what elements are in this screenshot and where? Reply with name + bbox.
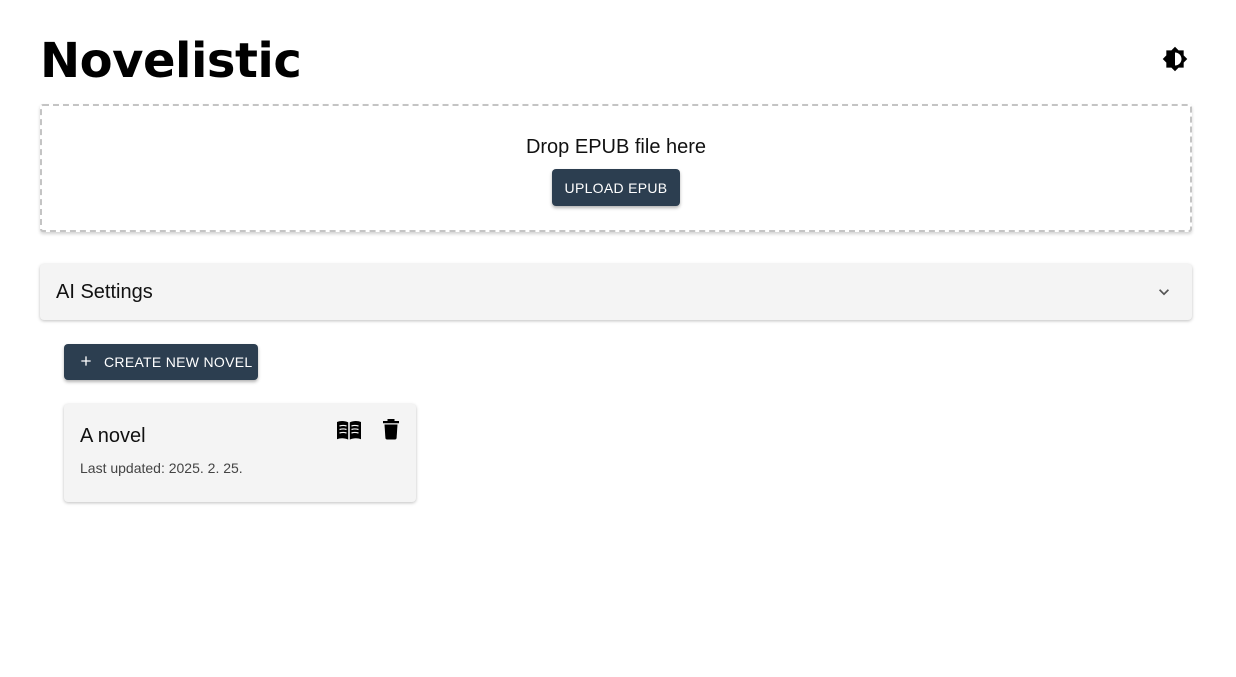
header: Novelistic	[40, 28, 1192, 94]
app-title: Novelistic	[40, 33, 302, 89]
novel-last-updated: Last updated: 2025. 2. 25.	[80, 460, 243, 476]
create-new-novel-label: CREATE NEW NOVEL	[104, 354, 253, 370]
ai-settings-accordion[interactable]: AI Settings	[40, 264, 1192, 320]
novel-title: A novel	[80, 425, 146, 447]
brightness-icon	[1162, 46, 1188, 72]
upload-epub-button[interactable]: UPLOAD EPUB	[552, 169, 680, 206]
theme-toggle-button[interactable]	[1162, 46, 1188, 72]
app-root: Novelistic Drop EPUB file here UPLOAD EP…	[0, 0, 1236, 677]
create-new-novel-button[interactable]: CREATE NEW NOVEL	[64, 344, 258, 380]
book-open-icon	[337, 420, 361, 440]
ai-settings-title: AI Settings	[56, 281, 153, 303]
read-novel-button[interactable]	[336, 419, 362, 441]
novel-card[interactable]: A novel Last updated: 2025. 2. 25.	[64, 404, 416, 502]
trash-icon	[383, 419, 399, 440]
epub-dropzone[interactable]: Drop EPUB file here UPLOAD EPUB	[40, 104, 1192, 232]
delete-novel-button[interactable]	[381, 418, 401, 440]
dropzone-text: Drop EPUB file here	[525, 136, 707, 158]
chevron-down-icon	[1159, 289, 1169, 296]
plus-icon	[81, 356, 91, 366]
